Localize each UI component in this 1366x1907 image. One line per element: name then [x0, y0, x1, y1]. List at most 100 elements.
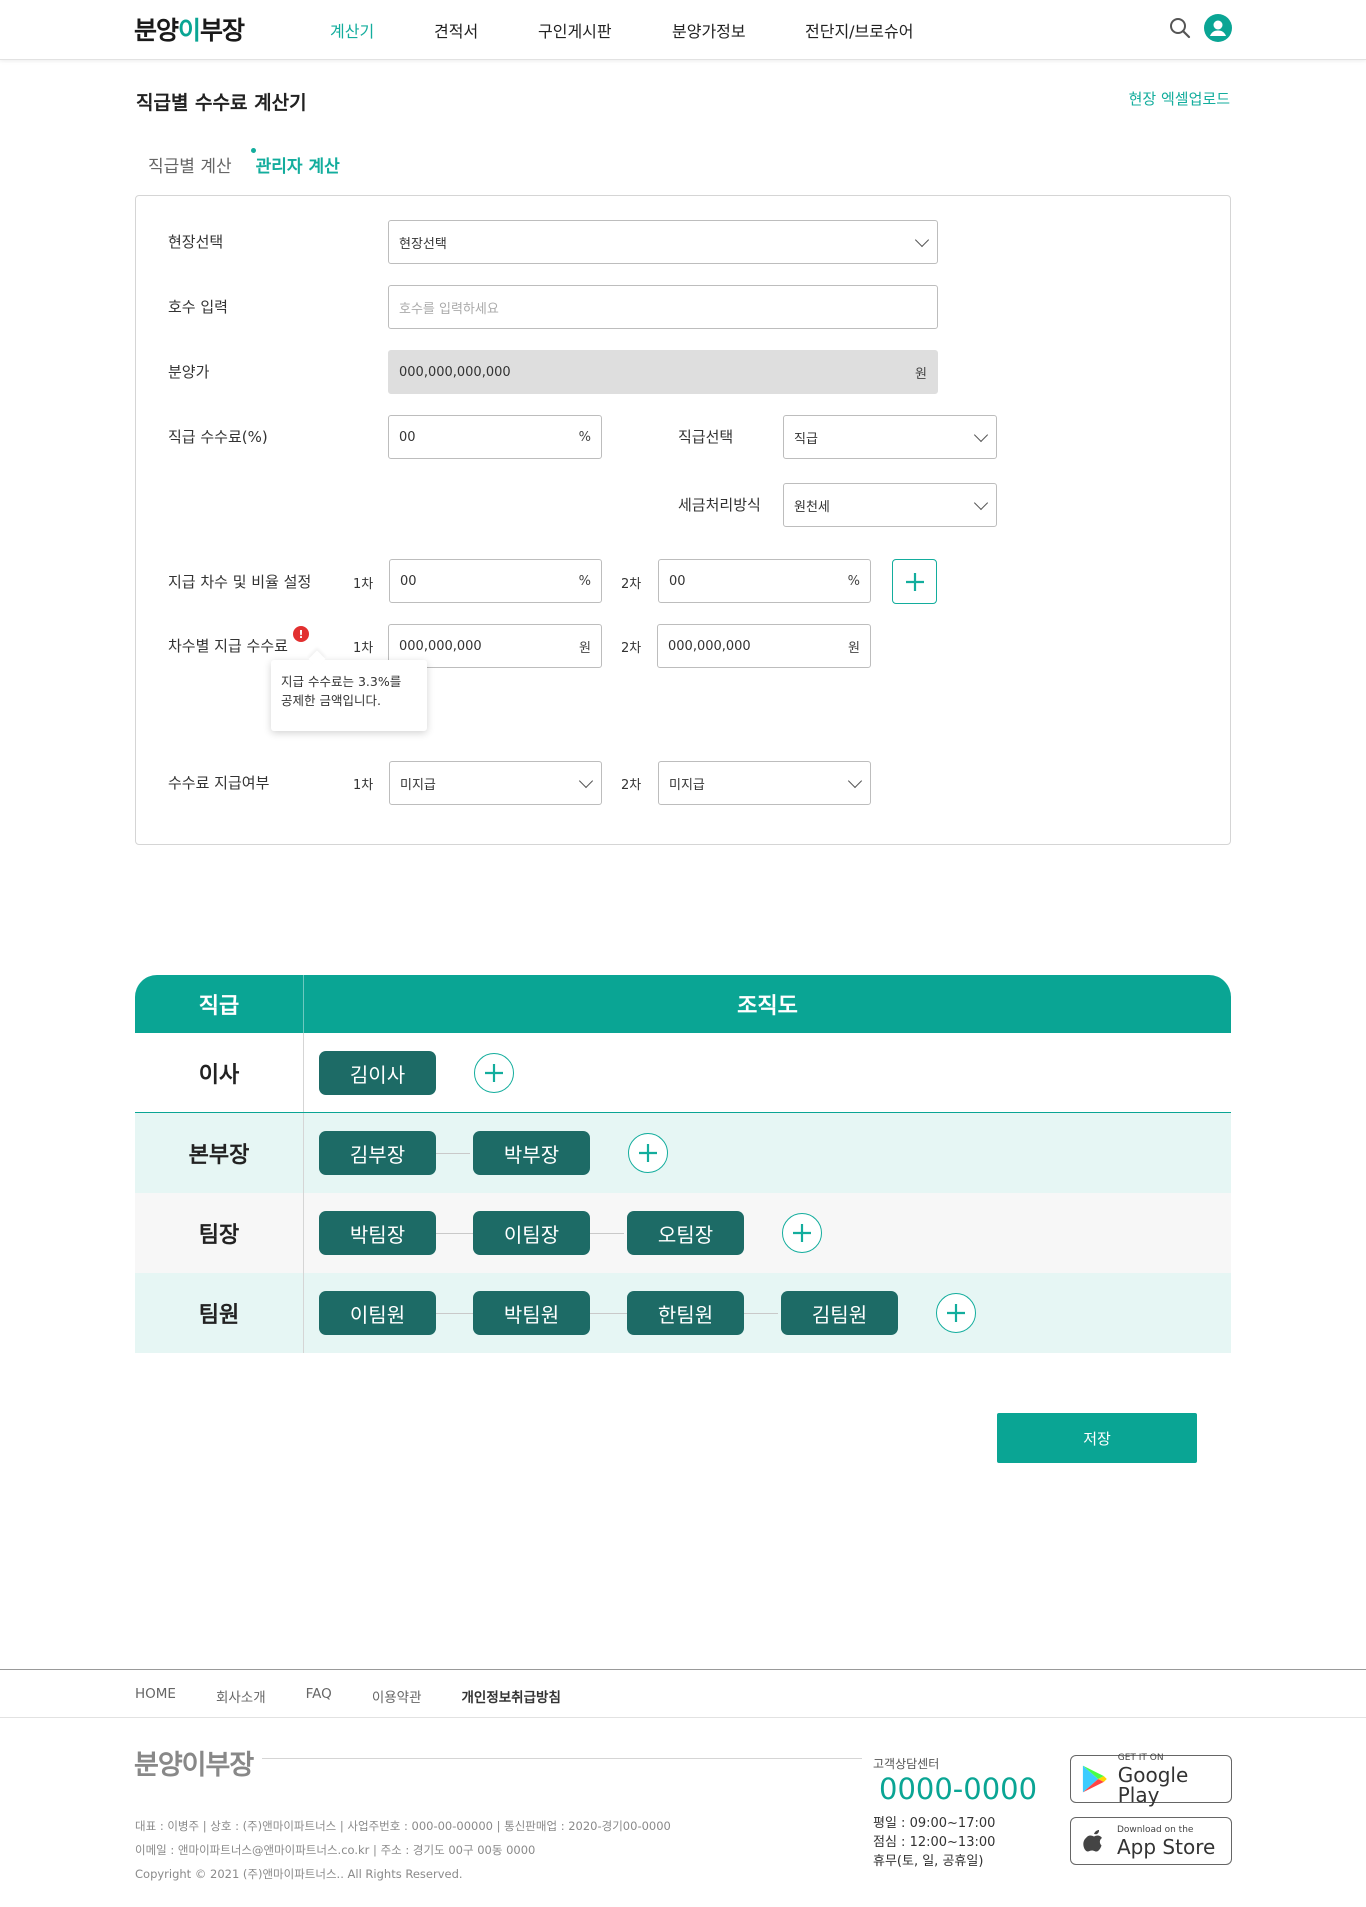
tab-admin-calc[interactable]: 관리자 계산	[250, 148, 340, 177]
apple-icon	[1083, 1830, 1102, 1852]
chevron-down-icon	[847, 773, 863, 788]
member-chip[interactable]: 박팀원	[473, 1291, 590, 1335]
nav-calculator[interactable]: 계산기	[330, 18, 374, 42]
excel-upload-link[interactable]: 현장 엑셀업로드	[1129, 88, 1230, 109]
footer-link-about[interactable]: 회사소개	[216, 1686, 266, 1706]
org-row-director: 이사 김이사	[135, 1033, 1231, 1113]
deduction-tooltip: 지급 수수료는 3.3%를 공제한 금액입니다.	[271, 660, 427, 731]
footer-link-privacy[interactable]: 개인정보취급방침	[462, 1686, 561, 1706]
chevron-down-icon	[973, 495, 989, 510]
plus-icon	[793, 1224, 811, 1242]
ratio2-input[interactable]: 00%	[658, 559, 871, 603]
app-store-badge[interactable]: Download on the App Store	[1070, 1817, 1232, 1865]
google-play-icon	[1082, 1765, 1107, 1793]
search-icon[interactable]	[1168, 16, 1192, 44]
nav-jobs[interactable]: 구인게시판	[538, 18, 612, 42]
add-member-button[interactable]	[936, 1293, 976, 1333]
ratio-round2-label: 2차	[621, 577, 642, 592]
org-chart-header: 직급 조직도	[135, 975, 1231, 1033]
as-small: Download on the	[1117, 1824, 1194, 1835]
nav-estimate[interactable]: 견적서	[434, 18, 478, 42]
site-select-value: 현장선택	[399, 236, 447, 252]
price-label: 분양가	[168, 363, 210, 381]
plus-icon	[905, 572, 924, 591]
site-logo[interactable]: 분양 이 부장	[134, 12, 245, 46]
unit-input[interactable]: 호수를 입력하세요	[388, 285, 938, 329]
footer-link-home[interactable]: HOME	[135, 1686, 176, 1706]
app-store-text: Download on the App Store	[1117, 1824, 1215, 1857]
google-play-text: GET IT ON Google Play	[1118, 1753, 1231, 1805]
google-play-badge[interactable]: GET IT ON Google Play	[1070, 1753, 1232, 1805]
user-icon[interactable]	[1204, 14, 1232, 46]
status1-select[interactable]: 미지급	[389, 761, 602, 805]
price-unit: 원	[915, 366, 927, 382]
logo-text-post: 부장	[200, 16, 245, 45]
amount1-value: 000,000,000	[399, 638, 482, 654]
add-member-button[interactable]	[782, 1213, 822, 1253]
nav-price-info[interactable]: 분양가정보	[672, 18, 746, 42]
member-chip[interactable]: 이팀장	[473, 1211, 590, 1255]
top-header: 분양 이 부장 계산기 견적서 구인게시판 분양가정보 전단지/브로슈어	[0, 0, 1366, 60]
status-label: 수수료 지급여부	[168, 774, 270, 792]
amount-round1-label: 1차	[353, 641, 374, 656]
org-row-team-leader: 팀장 박팀장 이팀장 오팀장	[135, 1193, 1231, 1273]
rank-name: 팀장	[135, 1193, 304, 1273]
tax-select[interactable]: 원천세	[783, 483, 997, 527]
site-select[interactable]: 현장선택	[388, 220, 938, 264]
plus-icon	[485, 1064, 503, 1082]
amount2-unit: 원	[848, 640, 860, 656]
member-chip[interactable]: 김부장	[319, 1131, 436, 1175]
unit-label: 호수 입력	[168, 298, 228, 316]
org-row-team-member: 팀원 이팀원 박팀원 한팀원 김팀원	[135, 1273, 1231, 1353]
footer-link-terms[interactable]: 이용약관	[372, 1686, 422, 1706]
tooltip-line-1: 지급 수수료는 3.3%를	[281, 674, 402, 689]
cs-hours-off: 휴무(토, 일, 공휴일)	[873, 1854, 984, 1869]
status2-select[interactable]: 미지급	[658, 761, 871, 805]
amount2-field: 000,000,000 원	[657, 624, 871, 668]
footer-contact-info: 이메일 : 앤마이파트너스@앤마이파트너스.co.kr | 주소 : 경기도 0…	[135, 1843, 536, 1857]
calc-tabs: 직급별 계산 관리자 계산	[148, 148, 340, 177]
page-title: 직급별 수수료 계산기	[136, 92, 307, 114]
org-chart: 직급 조직도 이사 김이사 본부장 김부장 박부장 팀장 박팀장 이팀장 오팀장	[135, 975, 1231, 1353]
status1-value: 미지급	[400, 777, 436, 793]
member-chip[interactable]: 오팀장	[627, 1211, 744, 1255]
save-button[interactable]: 저장	[997, 1413, 1197, 1463]
nav-brochure[interactable]: 전단지/브로슈어	[805, 18, 913, 42]
fee-unit: %	[578, 429, 591, 445]
header-icons	[1168, 14, 1232, 46]
unit-input-placeholder: 호수를 입력하세요	[399, 301, 499, 317]
member-chip[interactable]: 김이사	[319, 1051, 436, 1095]
add-member-button[interactable]	[628, 1133, 668, 1173]
tax-select-value: 원천세	[794, 499, 830, 515]
ratio1-unit: %	[578, 573, 591, 589]
cs-number[interactable]: 0000-0000	[879, 1772, 1037, 1806]
member-connector	[436, 1153, 470, 1154]
ratio1-input[interactable]: 00%	[389, 559, 602, 603]
chevron-down-icon	[914, 232, 930, 247]
warning-icon[interactable]: !	[293, 626, 309, 642]
member-chip[interactable]: 박부장	[473, 1131, 590, 1175]
tooltip-line-2: 공제한 금액입니다.	[281, 693, 381, 708]
member-chip[interactable]: 한팀원	[627, 1291, 744, 1335]
footer-link-faq[interactable]: FAQ	[306, 1686, 332, 1706]
tab-rank-calc[interactable]: 직급별 계산	[148, 152, 232, 177]
site-label: 현장선택	[168, 233, 224, 251]
ratio-label: 지급 차수 및 비율 설정	[168, 573, 312, 591]
rank-select-value: 직급	[794, 431, 818, 447]
member-chip[interactable]: 김팀원	[781, 1291, 898, 1335]
rank-name: 이사	[135, 1033, 304, 1112]
add-member-button[interactable]	[474, 1053, 514, 1093]
cs-hours-lunch: 점심 : 12:00~13:00	[873, 1835, 996, 1850]
member-chip[interactable]: 박팀장	[319, 1211, 436, 1255]
member-list: 김이사	[304, 1033, 1231, 1112]
rank-name: 팀원	[135, 1273, 304, 1353]
amount2-value: 000,000,000	[668, 638, 751, 654]
fee-input[interactable]: 00%	[388, 415, 602, 459]
cs-label: 고객상담센터	[873, 1757, 940, 1771]
member-chip[interactable]: 이팀원	[319, 1291, 436, 1335]
logo-text-pre: 분양	[134, 16, 179, 45]
rank-name: 본부장	[135, 1113, 304, 1193]
add-round-button[interactable]	[892, 559, 937, 604]
amount-round2-label: 2차	[621, 641, 642, 656]
rank-select[interactable]: 직급	[783, 415, 997, 459]
